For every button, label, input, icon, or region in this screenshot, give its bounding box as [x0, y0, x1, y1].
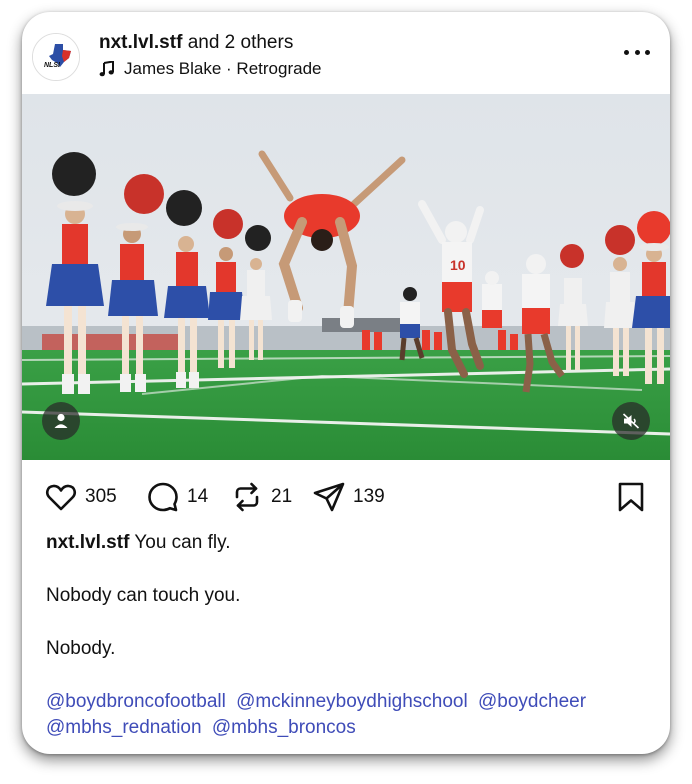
mention-link[interactable]: @mbhs_broncos: [212, 717, 356, 738]
save-button[interactable]: [616, 481, 646, 518]
bookmark-icon: [618, 482, 644, 512]
repost-icon: [235, 482, 259, 512]
comment-count: 14: [187, 486, 209, 507]
post-title: nxt.lvl.stf and 2 others: [99, 32, 293, 54]
avatar-text: NLSI: [44, 62, 61, 69]
person-icon: [54, 413, 68, 428]
share-count: 139: [353, 486, 385, 507]
collab-suffix[interactable]: and 2 others: [188, 32, 294, 53]
caption-line-1: You can fly.: [134, 532, 231, 553]
caption-mentions: @boydbroncofootball @mckinneyboydhighsch…: [46, 689, 656, 741]
caption-username[interactable]: nxt.lvl.stf: [46, 532, 129, 553]
send-icon: [313, 482, 345, 512]
mention-link[interactable]: @mbhs_rednation: [46, 717, 202, 738]
repost-action[interactable]: 21: [230, 480, 292, 514]
music-note-icon: [99, 61, 114, 77]
caption-line-3: Nobody.: [46, 638, 116, 659]
like-count: 305: [85, 486, 117, 507]
post-caption: nxt.lvl.stf You can fly. Nobody can touc…: [46, 530, 656, 741]
mention-link[interactable]: @boydcheer: [478, 691, 586, 712]
share-action[interactable]: 139: [312, 480, 385, 514]
audio-info[interactable]: James Blake · Retrograde: [99, 59, 321, 79]
nlsi-logo-icon: NLSI: [33, 34, 79, 80]
speaker-muted-icon: [622, 413, 640, 429]
comment-action[interactable]: 14: [146, 480, 208, 514]
comment-icon: [148, 482, 178, 512]
svg-text:10: 10: [450, 257, 466, 273]
mention-link[interactable]: @mckinneyboydhighschool: [236, 691, 468, 712]
post-media[interactable]: 10: [22, 94, 670, 460]
like-action[interactable]: 305: [44, 480, 117, 514]
caption-line-2: Nobody can touch you.: [46, 585, 241, 606]
mute-button[interactable]: [612, 402, 650, 440]
heart-icon: [46, 484, 76, 511]
tagged-people-button[interactable]: [42, 402, 80, 440]
repost-count: 21: [271, 486, 293, 507]
more-options-icon[interactable]: [624, 42, 650, 62]
post-header: NLSI nxt.lvl.stf and 2 others James Blak…: [22, 12, 670, 94]
post-card: NLSI nxt.lvl.stf and 2 others James Blak…: [22, 12, 670, 754]
football-cheer-photo: 10: [22, 94, 670, 460]
action-bar: 305 14 21 139: [22, 472, 670, 522]
author-name[interactable]: nxt.lvl.stf: [99, 32, 182, 53]
mention-link[interactable]: @boydbroncofootball: [46, 691, 226, 712]
avatar[interactable]: NLSI: [32, 33, 80, 81]
audio-title: James Blake · Retrograde: [124, 59, 322, 78]
